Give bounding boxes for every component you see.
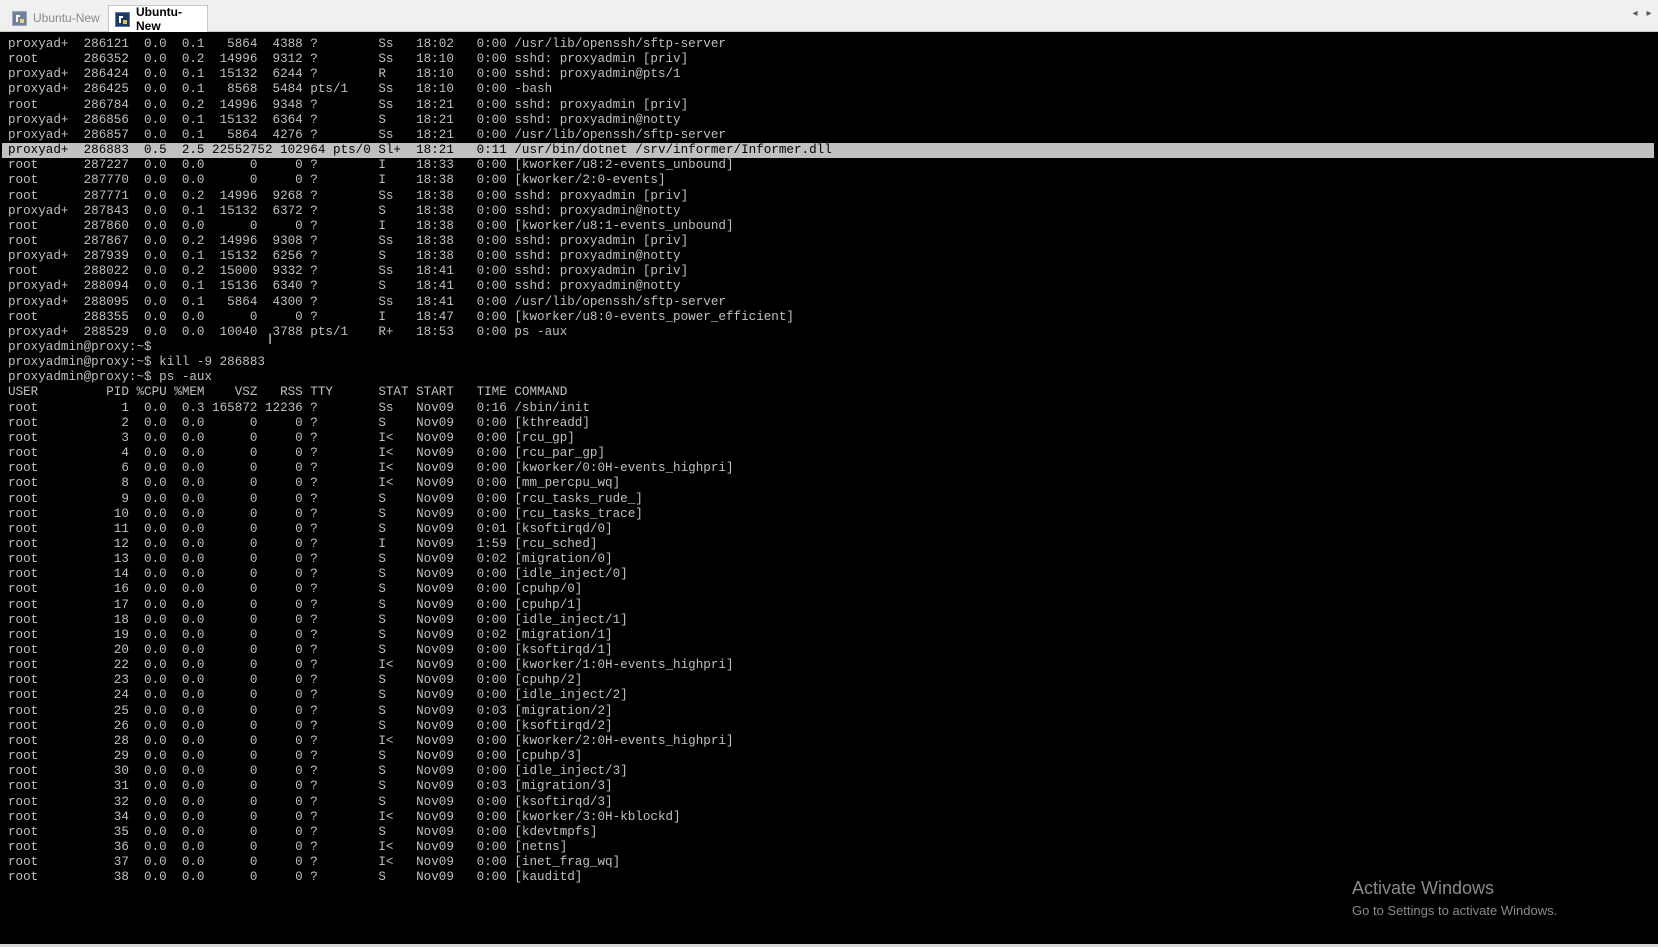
terminal-line: root 19 0.0 0.0 0 0 ? S Nov09 0:02 [migr… [8,627,613,642]
terminal-line: proxyad+ 286121 0.0 0.1 5864 4388 ? Ss 1… [8,37,726,51]
terminal-line: root 17 0.0 0.0 0 0 ? S Nov09 0:00 [cpuh… [8,597,583,612]
terminal-line: proxyad+ 287843 0.0 0.1 15132 6372 ? S 1… [8,203,681,218]
terminal-line: root 288022 0.0 0.2 15000 9332 ? Ss 18:4… [8,264,689,279]
terminal-line: proxyad+ 286883 0.5 2.5 22552752 102964 … [2,143,1654,159]
terminal-line: root 14 0.0 0.0 0 0 ? S Nov09 0:00 [idle… [8,567,628,582]
terminal-line: proxyad+ 286425 0.0 0.1 8568 5484 pts/1 … [8,82,553,97]
terminal-line: root 10 0.0 0.0 0 0 ? S Nov09 0:00 [rcu_… [8,506,643,521]
terminal-line: root 20 0.0 0.0 0 0 ? S Nov09 0:00 [ksof… [8,643,613,657]
terminal-line: root 6 0.0 0.0 0 0 ? I< Nov09 0:00 [kwor… [8,461,734,476]
terminal-line: proxyad+ 288094 0.0 0.1 15136 6340 ? S 1… [8,279,681,294]
terminal-line: root 2 0.0 0.0 0 0 ? S Nov09 0:00 [kthre… [8,415,590,430]
terminal-line: root 24 0.0 0.0 0 0 ? S Nov09 0:00 [idle… [8,688,628,703]
terminal-line: root 4 0.0 0.0 0 0 ? I< Nov09 0:00 [rcu_… [8,446,606,461]
terminal-line: root 31 0.0 0.0 0 0 ? S Nov09 0:03 [migr… [8,779,613,794]
terminal-line: root 286784 0.0 0.2 14996 9348 ? Ss 18:2… [8,97,689,112]
terminal-line: proxyad+ 286424 0.0 0.1 15132 6244 ? R 1… [8,67,681,82]
terminal-app-icon [12,10,27,26]
terminal-line: root 30 0.0 0.0 0 0 ? S Nov09 0:00 [idle… [8,764,628,779]
terminal-line: root 16 0.0 0.0 0 0 ? S Nov09 0:00 [cpuh… [8,582,583,597]
terminal-line: root 9 0.0 0.0 0 0 ? S Nov09 0:00 [rcu_t… [8,491,643,506]
activate-windows-watermark: Activate Windows Go to Settings to activ… [1352,876,1557,920]
terminal-line: proxyad+ 288095 0.0 0.1 5864 4300 ? Ss 1… [8,294,726,309]
terminal-output[interactable]: proxyad+ 286121 0.0 0.1 5864 4388 ? Ss 1… [2,34,1654,944]
terminal-line: root 36 0.0 0.0 0 0 ? I< Nov09 0:00 [net… [8,839,568,854]
terminal-line: root 13 0.0 0.0 0 0 ? S Nov09 0:02 [migr… [8,552,613,567]
terminal-line: proxyad+ 287939 0.0 0.1 15132 6256 ? S 1… [8,249,681,264]
terminal-line: root 35 0.0 0.0 0 0 ? S Nov09 0:00 [kdev… [8,824,598,839]
terminal-line: root 8 0.0 0.0 0 0 ? I< Nov09 0:00 [mm_p… [8,476,621,491]
terminal-line: root 34 0.0 0.0 0 0 ? I< Nov09 0:00 [kwo… [8,809,681,824]
terminal-line: proxyad+ 288529 0.0 0.0 10040 3788 pts/1… [8,324,568,339]
terminal-line: root 29 0.0 0.0 0 0 ? S Nov09 0:00 [cpuh… [8,749,583,764]
terminal-line: root 3 0.0 0.0 0 0 ? I< Nov09 0:00 [rcu_… [8,430,575,445]
terminal-line: proxyad+ 286857 0.0 0.1 5864 4276 ? Ss 1… [8,127,726,142]
terminal-line: root 287227 0.0 0.0 0 0 ? I 18:33 0:00 [… [8,158,734,173]
tab-label: Ubuntu-New [136,5,182,33]
terminal-line: root 11 0.0 0.0 0 0 ? S Nov09 0:01 [ksof… [8,521,613,536]
terminal-line: root 32 0.0 0.0 0 0 ? S Nov09 0:00 [ksof… [8,794,613,809]
tab-ubuntu-new-inactive[interactable]: Ubuntu-New [6,6,106,30]
terminal-line: root 25 0.0 0.0 0 0 ? S Nov09 0:03 [migr… [8,703,613,718]
terminal-line: root 287770 0.0 0.0 0 0 ? I 18:38 0:00 [… [8,173,666,188]
terminal-line: proxyad+ 286856 0.0 0.1 15132 6364 ? S 1… [8,112,681,127]
tab-label: Ubuntu-New [33,11,100,25]
watermark-title: Activate Windows [1352,878,1495,898]
terminal-line: root 37 0.0 0.0 0 0 ? I< Nov09 0:00 [ine… [8,855,621,870]
terminal-line: root 12 0.0 0.0 0 0 ? I Nov09 1:59 [rcu_… [8,536,598,551]
terminal-line: root 26 0.0 0.0 0 0 ? S Nov09 0:00 [ksof… [8,718,613,733]
terminal-line: root 38 0.0 0.0 0 0 ? S Nov09 0:00 [kaud… [8,870,583,885]
terminal-line: root 22 0.0 0.0 0 0 ? I< Nov09 0:00 [kwo… [8,658,734,673]
watermark-subtitle: Go to Settings to activate Windows. [1352,903,1558,918]
terminal-app-icon [115,11,130,27]
terminal-line: root 288355 0.0 0.0 0 0 ? I 18:47 0:00 [… [8,309,794,324]
terminal-line: proxyadmin@proxy:~$ kill -9 286883 [8,355,265,370]
terminal-line: root 287867 0.0 0.2 14996 9308 ? Ss 18:3… [8,233,689,248]
terminal-line: root 287860 0.0 0.0 0 0 ? I 18:38 0:00 [… [8,218,734,233]
terminal-line: root 1 0.0 0.3 165872 12236 ? Ss Nov09 0… [8,400,590,415]
terminal-line: root 23 0.0 0.0 0 0 ? S Nov09 0:00 [cpuh… [8,673,583,688]
scroll-right-icon[interactable]: ▸ [1644,8,1654,24]
scroll-left-icon[interactable]: ◂ [1630,8,1640,24]
terminal-line: proxyadmin@proxy:~$ ps -aux [8,370,213,385]
session-tab-bar: Ubuntu-New Ubuntu-New ◂ ▸ [0,0,1658,33]
terminal-line: root 28 0.0 0.0 0 0 ? I< Nov09 0:00 [kwo… [8,733,734,748]
tab-scroll-controls: ◂ ▸ [1630,8,1654,24]
text-cursor-icon: I [268,332,273,348]
terminal-line: proxyadmin@proxy:~$ [8,340,152,354]
terminal-line: root 286352 0.0 0.2 14996 9312 ? Ss 18:1… [8,52,689,67]
terminal-line: USER PID %CPU %MEM VSZ RSS TTY STAT STAR… [8,385,568,400]
tab-ubuntu-new-active[interactable]: Ubuntu-New [108,5,208,33]
terminal-line: root 18 0.0 0.0 0 0 ? S Nov09 0:00 [idle… [8,612,628,627]
terminal-line: root 287771 0.0 0.2 14996 9268 ? Ss 18:3… [8,188,689,203]
